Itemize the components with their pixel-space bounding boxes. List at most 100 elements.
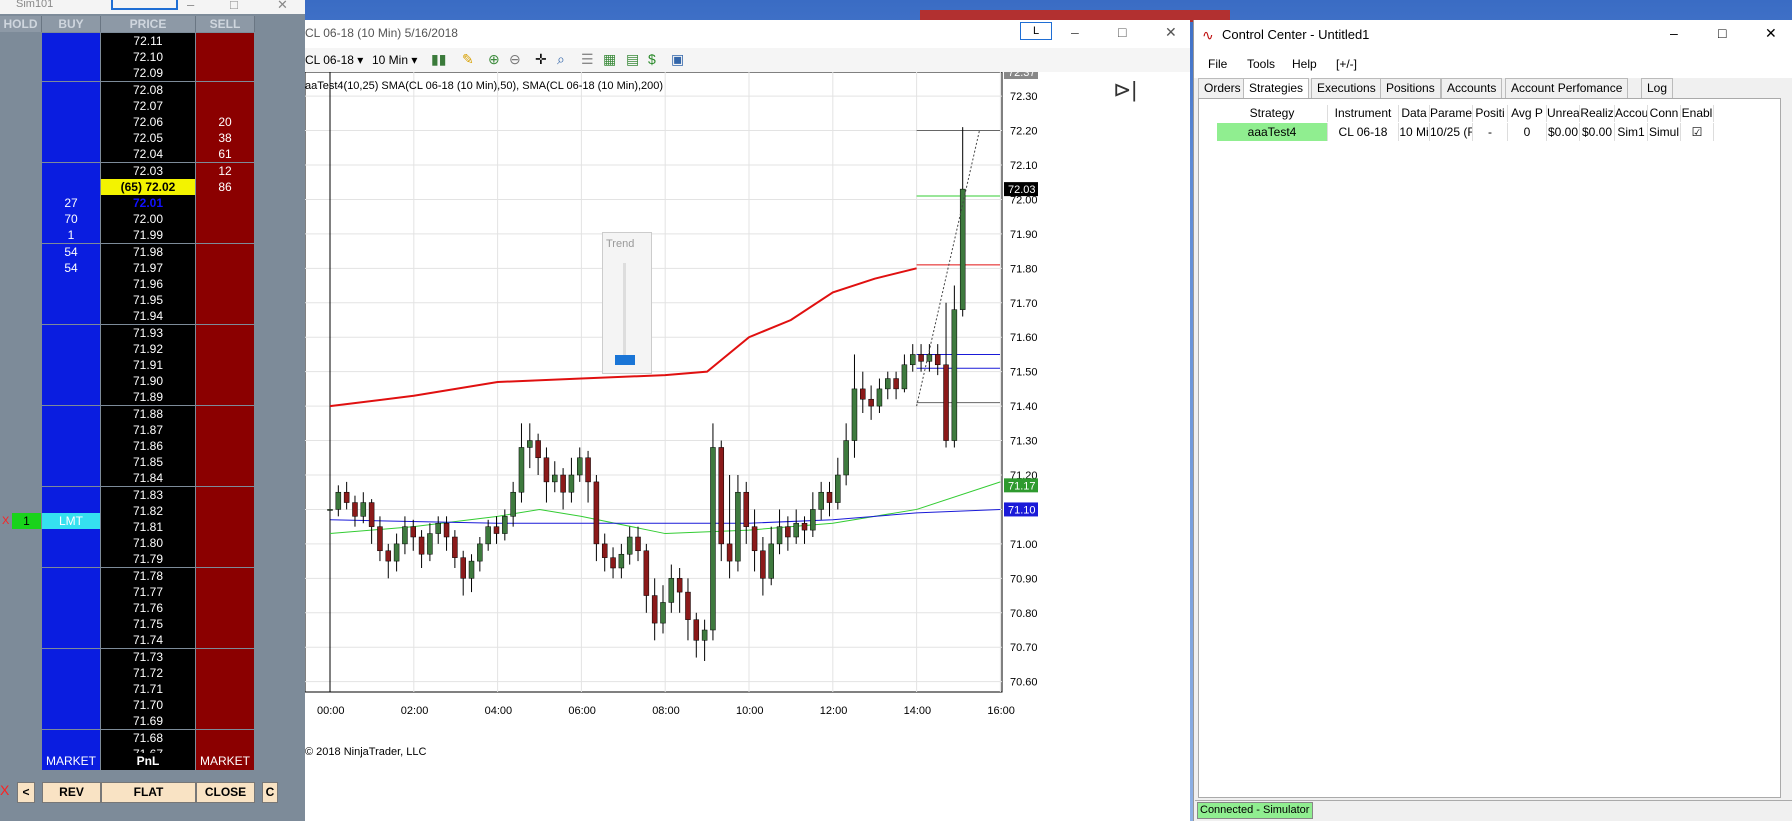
buy-cell[interactable]: [42, 276, 100, 292]
buy-cell[interactable]: [42, 97, 100, 114]
sell-cell[interactable]: [196, 519, 254, 535]
chart-plot[interactable]: 72.30 72.20 72.10 72.00 71.90 71.80 71.70 71.60…: [305, 72, 1190, 821]
sell-cell[interactable]: [196, 616, 254, 633]
column-header[interactable]: Conn: [1648, 105, 1681, 122]
hold-cell[interactable]: [0, 227, 42, 243]
sell-cell[interactable]: [196, 648, 254, 665]
sell-cell[interactable]: [196, 227, 254, 244]
maximize-icon[interactable]: □: [230, 0, 238, 12]
buy-cell[interactable]: [42, 535, 100, 552]
enabled-checkbox[interactable]: ☑: [1681, 123, 1714, 141]
hold-cell[interactable]: [0, 454, 42, 470]
sell-cell[interactable]: [196, 713, 254, 730]
hold-cell[interactable]: [0, 276, 42, 292]
chart-maximize-icon[interactable]: □: [1118, 24, 1126, 40]
trend-widget[interactable]: Trend: [602, 232, 652, 374]
buy-cell[interactable]: [42, 551, 100, 568]
interval-selector[interactable]: 10 Min ▾: [372, 53, 417, 67]
price-chart[interactable]: 72.30 72.20 72.10 72.00 71.90 71.80 71.70 71.60…: [305, 72, 1190, 821]
sell-cell[interactable]: [196, 632, 254, 649]
buy-cell[interactable]: [42, 49, 100, 66]
hold-cell[interactable]: [0, 49, 42, 65]
hold-cell[interactable]: [0, 649, 42, 665]
sell-cell[interactable]: [196, 373, 254, 390]
sell-cell[interactable]: [196, 340, 254, 357]
sell-cell[interactable]: 12: [196, 162, 254, 179]
buy-cell[interactable]: [42, 292, 100, 309]
sell-cell[interactable]: [196, 308, 254, 325]
sell-cell[interactable]: [196, 681, 254, 697]
buy-cell[interactable]: [42, 438, 100, 454]
sell-cell[interactable]: [196, 292, 254, 309]
hold-cell[interactable]: [0, 681, 42, 697]
buy-cell[interactable]: [42, 421, 100, 438]
hold-cell[interactable]: [0, 114, 42, 130]
buy-cell[interactable]: [42, 405, 100, 422]
hold-cell[interactable]: [0, 389, 42, 405]
buy-cell[interactable]: [42, 81, 100, 98]
column-header[interactable]: Positi: [1473, 105, 1508, 122]
hold-cell[interactable]: [0, 470, 42, 486]
buy-cell[interactable]: [42, 130, 100, 147]
hold-cell[interactable]: [0, 65, 42, 81]
column-header[interactable]: Paramet: [1430, 105, 1473, 122]
hold-cell[interactable]: [0, 665, 42, 681]
market-sell-button[interactable]: MARKET: [196, 753, 254, 770]
buy-cell[interactable]: 70: [42, 211, 100, 228]
sell-cell[interactable]: [196, 389, 254, 406]
properties-icon[interactable]: ☰: [581, 51, 594, 68]
dollar-icon[interactable]: $: [648, 51, 656, 67]
trend-slider-track[interactable]: [623, 263, 626, 363]
magnifier-icon[interactable]: ⌕: [557, 51, 565, 68]
hold-cell[interactable]: [0, 697, 42, 713]
buy-cell[interactable]: [42, 357, 100, 373]
sell-cell[interactable]: [196, 357, 254, 373]
sell-cell[interactable]: 38: [196, 130, 254, 147]
order-quantity[interactable]: 1: [12, 513, 41, 529]
close-icon[interactable]: ✕: [277, 0, 288, 13]
sell-cell[interactable]: [196, 470, 254, 487]
sell-cell[interactable]: [196, 502, 254, 519]
cc-close-icon[interactable]: ✕: [1765, 25, 1777, 42]
sell-cell[interactable]: [196, 486, 254, 503]
buy-cell[interactable]: [42, 600, 100, 616]
cancel-order-icon[interactable]: X: [2, 513, 9, 529]
tab-log[interactable]: Log: [1641, 78, 1674, 99]
buy-cell[interactable]: [42, 324, 100, 341]
tab-strategies[interactable]: Strategies: [1243, 78, 1310, 99]
tab-positions[interactable]: Positions: [1380, 78, 1441, 99]
play-end-icon[interactable]: ⊳|: [1113, 77, 1137, 103]
sell-cell[interactable]: [196, 211, 254, 228]
buy-cell[interactable]: [42, 616, 100, 633]
buy-cell[interactable]: [42, 389, 100, 406]
hold-cell[interactable]: [0, 730, 42, 746]
zoom-out-icon[interactable]: ⊖: [509, 51, 521, 68]
sell-cell[interactable]: [196, 324, 254, 341]
buy-cell[interactable]: [42, 470, 100, 487]
column-header[interactable]: Avg P: [1508, 105, 1547, 122]
sell-cell[interactable]: [196, 697, 254, 714]
buy-cell[interactable]: [42, 664, 100, 681]
working-order[interactable]: X 1 LMT: [0, 513, 101, 529]
sell-cell[interactable]: [196, 81, 254, 98]
hold-cell[interactable]: [0, 33, 42, 49]
flatten-button[interactable]: FLAT: [101, 782, 196, 803]
reverse-button[interactable]: REV: [42, 782, 101, 803]
scroll-left-button[interactable]: <: [17, 782, 35, 803]
chart-link-button[interactable]: L: [1020, 22, 1052, 40]
hold-cell[interactable]: [0, 713, 42, 729]
pnl-toggle[interactable]: PnL: [101, 753, 195, 770]
buy-cell[interactable]: [42, 583, 100, 600]
buy-cell[interactable]: 54: [42, 259, 100, 276]
buy-cell[interactable]: [42, 729, 100, 746]
buy-cell[interactable]: [42, 178, 100, 195]
chart-style-icon[interactable]: ▮▮: [431, 51, 446, 68]
sell-cell[interactable]: [196, 583, 254, 600]
limit-order-badge[interactable]: LMT: [42, 513, 100, 529]
tab-orders[interactable]: Orders: [1198, 78, 1247, 99]
buy-cell[interactable]: [42, 648, 100, 665]
hold-cell[interactable]: [0, 98, 42, 114]
buy-cell[interactable]: [42, 340, 100, 357]
buy-cell[interactable]: [42, 308, 100, 325]
sell-cell[interactable]: [196, 276, 254, 292]
